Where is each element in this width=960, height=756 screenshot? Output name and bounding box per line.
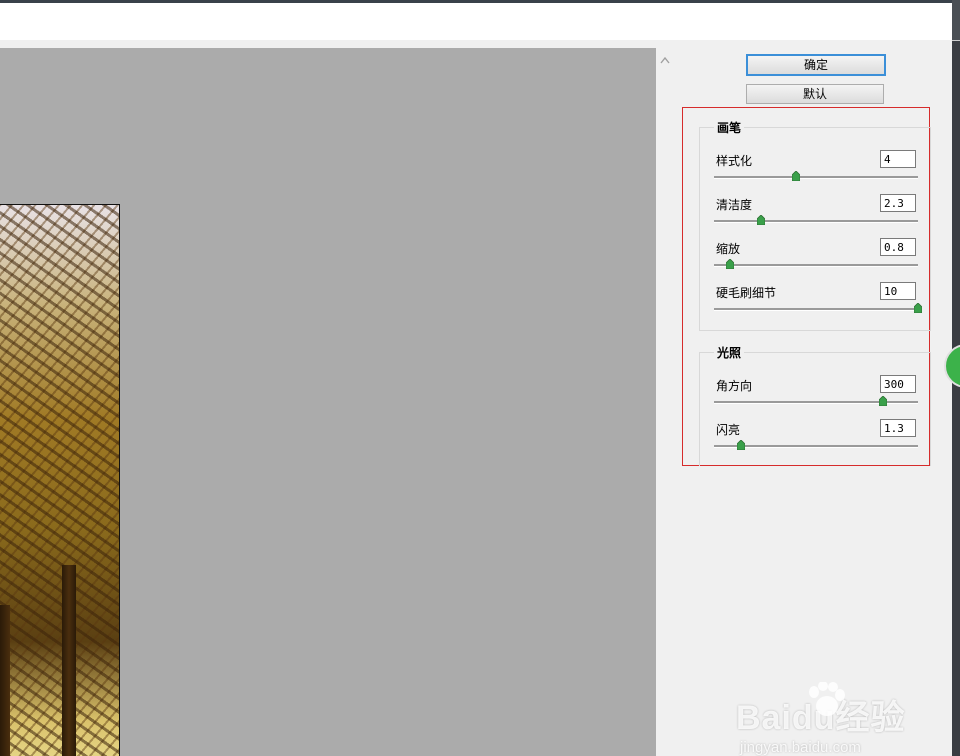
tree-trunk [62, 565, 76, 756]
slider-track[interactable] [714, 220, 918, 223]
param-row-shine: 闪亮 1.3 [714, 419, 918, 459]
slider-thumb-icon[interactable] [879, 396, 888, 406]
slider-track[interactable] [714, 445, 918, 448]
slider-thumb-icon[interactable] [756, 215, 765, 225]
param-value-input[interactable]: 10 [880, 282, 916, 300]
ok-button[interactable]: 确定 [746, 54, 886, 76]
chevron-up-icon[interactable] [660, 56, 670, 64]
param-value-input[interactable]: 1.3 [880, 419, 916, 437]
param-row-stylization: 样式化 4 [714, 150, 918, 190]
param-value-input[interactable]: 2.3 [880, 194, 916, 212]
slider-thumb-icon[interactable] [726, 259, 735, 269]
lighting-group: 光照 角方向 300 闪亮 1.3 [699, 344, 931, 466]
param-value-input[interactable]: 4 [880, 150, 916, 168]
brush-group: 画笔 样式化 4 清洁度 2.3 缩放 0.8 硬毛刷细节 10 [699, 119, 931, 331]
preview-image [0, 204, 120, 756]
param-label: 缩放 [716, 242, 741, 256]
default-button[interactable]: 默认 [746, 84, 884, 104]
param-label: 样式化 [716, 154, 753, 168]
slider-track[interactable] [714, 308, 918, 311]
lighting-group-title: 光照 [714, 344, 745, 361]
param-label: 硬毛刷细节 [716, 286, 777, 300]
preview-scrollbar[interactable] [656, 48, 674, 756]
slider-thumb-icon[interactable] [791, 171, 800, 181]
slider-thumb-icon[interactable] [736, 440, 745, 450]
tree-trunk [0, 605, 10, 756]
slider-thumb-icon[interactable] [914, 303, 922, 313]
param-value-input[interactable]: 0.8 [880, 238, 916, 256]
param-row-angle: 角方向 300 [714, 375, 918, 415]
baidu-floating-badge[interactable] [944, 344, 960, 388]
watermark-url: jingyan.baidu.com [740, 739, 861, 756]
paw-logo-icon [806, 681, 846, 722]
brush-group-title: 画笔 [714, 119, 745, 136]
param-label: 清洁度 [716, 198, 753, 212]
param-row-scale: 缩放 0.8 [714, 238, 918, 278]
slider-track[interactable] [714, 401, 918, 404]
param-row-cleanliness: 清洁度 2.3 [714, 194, 918, 234]
param-label: 角方向 [716, 379, 753, 393]
window-title-bar [0, 0, 960, 41]
slider-track[interactable] [714, 176, 918, 179]
param-label: 闪亮 [716, 423, 741, 437]
top-border [0, 0, 960, 3]
baidu-watermark: Baidu经验 jingyan.baidu.com [736, 681, 905, 756]
oil-paint-dialog: 确定 默认 画笔 样式化 4 清洁度 2.3 缩放 0.8 硬毛刷细节 10 光… [0, 40, 960, 756]
preview-area[interactable] [0, 48, 656, 756]
slider-track[interactable] [714, 264, 918, 267]
param-value-input[interactable]: 300 [880, 375, 916, 393]
window-chrome-edge [952, 0, 960, 40]
param-row-bristle-detail: 硬毛刷细节 10 [714, 282, 922, 322]
settings-highlight-box: 画笔 样式化 4 清洁度 2.3 缩放 0.8 硬毛刷细节 10 光照 角方向 … [682, 107, 931, 466]
